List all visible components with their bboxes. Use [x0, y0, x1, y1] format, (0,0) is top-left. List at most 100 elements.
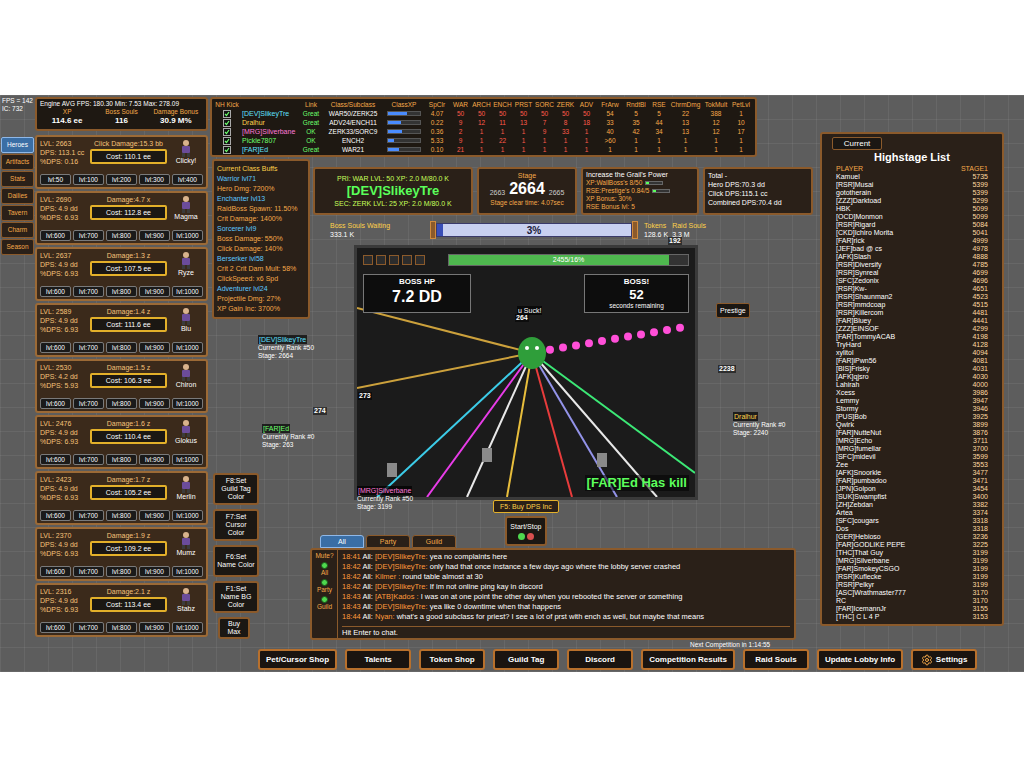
class-level: Warrior lvl71 — [217, 174, 305, 184]
level-button[interactable]: lvl:600 — [40, 342, 71, 353]
cost-button[interactable]: Cost: 111.6 ee — [90, 317, 167, 332]
cost-button[interactable]: Cost: 109.2 ee — [90, 541, 167, 556]
side-tab[interactable]: Artifacts — [1, 154, 34, 170]
kick-checkbox[interactable] — [223, 128, 231, 136]
level-button[interactable]: lvl:800 — [106, 510, 137, 521]
level-button[interactable]: lvl:900 — [139, 342, 170, 353]
menu-button[interactable]: Competition Results — [641, 649, 735, 670]
buy-dps-button[interactable]: F5: Buy DPS Inc — [493, 500, 559, 513]
color-setting-button[interactable]: F8:Set Guild Tag Color — [213, 473, 259, 505]
current-button[interactable]: Current — [832, 137, 882, 150]
level-button[interactable]: lvl:700 — [73, 286, 104, 297]
prestige-button[interactable]: Prestige — [716, 303, 750, 318]
color-setting-button[interactable]: F6:Set Name Color — [213, 545, 259, 577]
mute-radio[interactable] — [321, 562, 328, 569]
cost-button[interactable]: Cost: 110.4 ee — [90, 429, 167, 444]
chat-input[interactable]: Hit Enter to chat. — [342, 626, 790, 638]
mute-radio[interactable] — [321, 579, 328, 586]
level-button[interactable]: lvl:1000 — [172, 622, 203, 633]
side-tab[interactable]: Charm — [1, 222, 34, 238]
kick-checkbox[interactable] — [223, 119, 231, 127]
level-button[interactable]: lvl:600 — [40, 454, 71, 465]
chat-message: 18:42 All: [DEV]SlikeyTre: only had that… — [342, 562, 790, 572]
level-button[interactable]: lvl:700 — [73, 342, 104, 353]
level-button[interactable]: lvl:1000 — [172, 510, 203, 521]
level-button[interactable]: lvl:600 — [40, 566, 71, 577]
menu-button[interactable]: Discord — [567, 649, 633, 670]
level-button[interactable]: lvl:800 — [106, 454, 137, 465]
cost-button[interactable]: Cost: 106.3 ee — [90, 373, 167, 388]
boss-arena[interactable]: 2455/16%BOSS HP7.2 DDBOSS!52seconds rema… — [354, 245, 698, 500]
level-button[interactable]: lvl:700 — [73, 622, 104, 633]
kick-checkbox[interactable] — [223, 110, 231, 118]
kick-checkbox[interactable] — [223, 146, 231, 154]
level-button[interactable]: lvl:700 — [73, 566, 104, 577]
level-button[interactable]: lvl:800 — [106, 342, 137, 353]
level-button[interactable]: lvl:50 — [40, 174, 71, 185]
level-button[interactable]: lvl:1000 — [172, 398, 203, 409]
level-button[interactable]: lvl:200 — [106, 174, 137, 185]
level-button[interactable]: lvl:1000 — [172, 286, 203, 297]
level-button[interactable]: lvl:900 — [139, 510, 170, 521]
color-setting-button[interactable]: F1:Set Name BG Color — [213, 581, 259, 613]
level-button[interactable]: lvl:1000 — [172, 566, 203, 577]
cost-button[interactable]: Cost: 105.2 ee — [90, 485, 167, 500]
menu-button[interactable]: Settings — [911, 649, 977, 670]
level-button[interactable]: lvl:700 — [73, 454, 104, 465]
chat-tab[interactable]: Guild — [412, 535, 456, 548]
level-button[interactable]: lvl:900 — [139, 286, 170, 297]
color-setting-button[interactable]: F7:Set Cursor Color — [213, 509, 259, 541]
buy-max-button[interactable]: BuyMax — [218, 617, 250, 639]
level-button[interactable]: lvl:900 — [139, 622, 170, 633]
level-button[interactable]: lvl:600 — [40, 230, 71, 241]
level-button[interactable]: lvl:900 — [139, 454, 170, 465]
menu-button[interactable]: Pet/Cursor Shop — [258, 649, 337, 670]
mute-radio[interactable] — [321, 596, 328, 603]
level-button[interactable]: lvl:600 — [40, 622, 71, 633]
level-button[interactable]: lvl:700 — [73, 230, 104, 241]
level-button[interactable]: lvl:800 — [106, 622, 137, 633]
level-button[interactable]: lvl:100 — [73, 174, 104, 185]
hero-card: LVL: 2370DPS: 4.9 dd%DPS: 6.93Damage:1.9… — [35, 527, 208, 581]
menu-button[interactable]: Guild Tag — [493, 649, 559, 670]
menu-button[interactable]: Update Lobby Info — [817, 649, 903, 670]
level-button[interactable]: lvl:800 — [106, 286, 137, 297]
level-button[interactable]: lvl:400 — [172, 174, 203, 185]
start-stop-button[interactable]: Start/Stop — [505, 516, 547, 546]
menu-button[interactable]: Raid Souls — [743, 649, 809, 670]
level-button[interactable]: lvl:900 — [139, 230, 170, 241]
cost-button[interactable]: Cost: 107.5 ee — [90, 261, 167, 276]
level-button[interactable]: lvl:600 — [40, 398, 71, 409]
party-value: 18 — [576, 118, 597, 127]
side-tab[interactable]: Season — [1, 239, 34, 255]
level-button[interactable]: lvl:1000 — [172, 230, 203, 241]
level-button[interactable]: lvl:600 — [40, 286, 71, 297]
level-button[interactable]: lvl:700 — [73, 398, 104, 409]
cost-button[interactable]: Cost: 112.8 ee — [90, 205, 167, 220]
menu-button[interactable]: Talents — [345, 649, 411, 670]
highstage-row: RC3170 — [828, 597, 996, 605]
level-button[interactable]: lvl:800 — [106, 230, 137, 241]
kick-checkbox[interactable] — [223, 137, 231, 145]
highstage-row: [FAR]GODLIKE PEPE3225 — [828, 541, 996, 549]
hero-dps-share: %DPS: 6.93 — [40, 213, 88, 222]
level-button[interactable]: lvl:1000 — [172, 454, 203, 465]
cost-button[interactable]: Cost: 113.4 ee — [90, 597, 167, 612]
side-tab[interactable]: Stats — [1, 171, 34, 187]
menu-button[interactable]: Token Shop — [419, 649, 485, 670]
chat-tab[interactable]: All — [320, 535, 364, 548]
level-button[interactable]: lvl:800 — [106, 398, 137, 409]
chat-tab[interactable]: Party — [366, 535, 410, 548]
level-button[interactable]: lvl:800 — [106, 566, 137, 577]
level-button[interactable]: lvl:600 — [40, 510, 71, 521]
side-tab[interactable]: Dailies — [1, 188, 34, 204]
check-icon — [224, 138, 230, 144]
level-button[interactable]: lvl:900 — [139, 566, 170, 577]
side-tab[interactable]: Tavern — [1, 205, 34, 221]
level-button[interactable]: lvl:1000 — [172, 342, 203, 353]
cost-button[interactable]: Cost: 110.1 ee — [90, 149, 167, 164]
level-button[interactable]: lvl:300 — [139, 174, 170, 185]
level-button[interactable]: lvl:700 — [73, 510, 104, 521]
level-button[interactable]: lvl:900 — [139, 398, 170, 409]
side-tab[interactable]: Heroes — [1, 137, 34, 153]
